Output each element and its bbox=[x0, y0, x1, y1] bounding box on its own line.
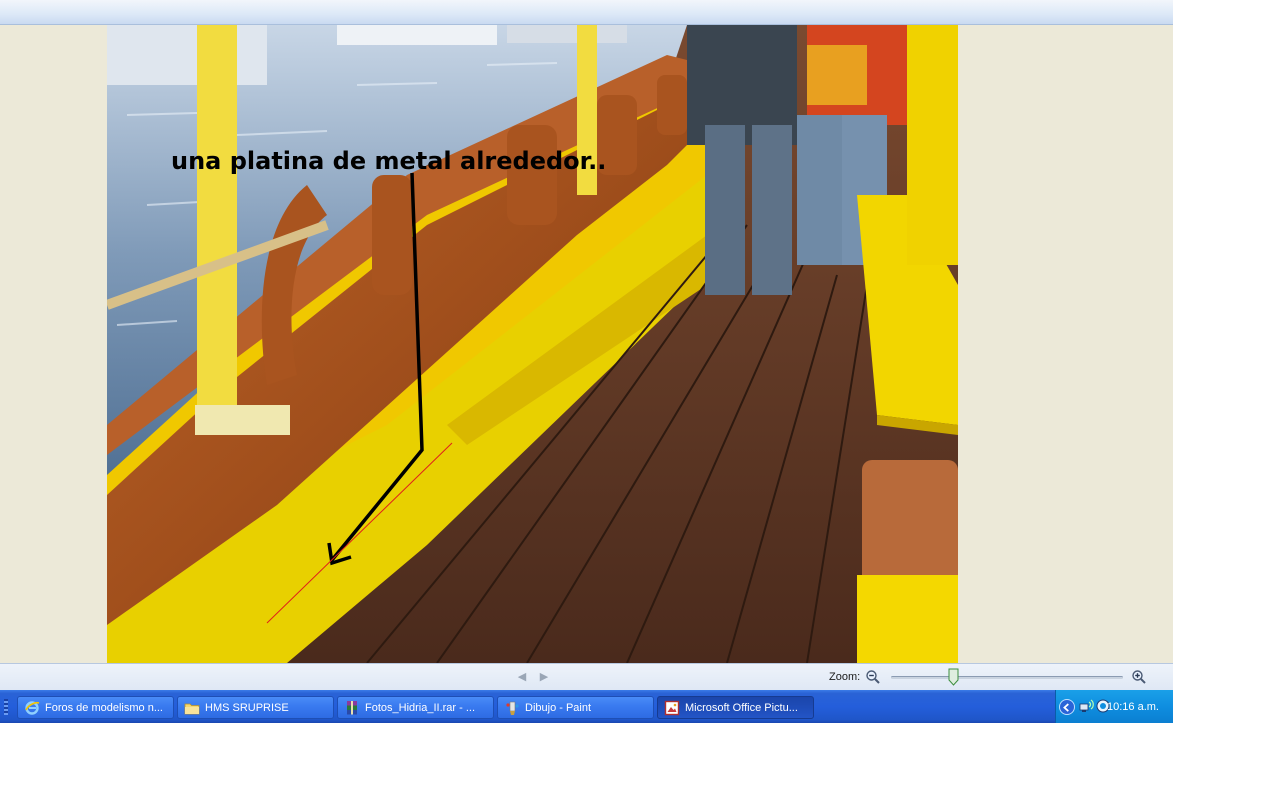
taskbar-item-label: Dibujo - Paint bbox=[525, 701, 592, 714]
chevron-right-icon[interactable]: ▶ bbox=[538, 670, 550, 684]
photo-canvas: una platina de metal alrededor.. bbox=[107, 25, 958, 663]
zoom-in-icon[interactable] bbox=[1131, 669, 1147, 685]
taskbar-item-label: Fotos_Hidria_II.rar - ... bbox=[365, 701, 476, 714]
taskbar-item-label: HMS SRUPRISE bbox=[205, 701, 289, 714]
windows-taskbar: Foros de modelismo n... HMS SRUPRISE Fot… bbox=[0, 690, 1173, 723]
paint-icon bbox=[506, 701, 519, 715]
taskbar-item-label: Foros de modelismo n... bbox=[45, 701, 163, 714]
screen: una platina de metal alrededor.. ◀ ▶ Zoo… bbox=[0, 0, 1173, 723]
chevron-left-icon bbox=[1063, 703, 1069, 712]
system-tray: 10:16 a.m. bbox=[1055, 690, 1173, 723]
taskbar-item-label: Microsoft Office Pictu... bbox=[685, 701, 798, 714]
taskbar-item-ie[interactable]: Foros de modelismo n... bbox=[17, 696, 174, 719]
annotation-text: una platina de metal alrededor.. bbox=[171, 147, 606, 175]
window-top-strip bbox=[0, 0, 1173, 25]
picture-manager-icon bbox=[664, 700, 680, 715]
taskbar-grip[interactable] bbox=[4, 699, 8, 715]
chevron-left-icon[interactable]: ◀ bbox=[516, 670, 528, 684]
zoom-out-icon[interactable] bbox=[865, 669, 881, 685]
taskbar-item-picture-manager[interactable]: Microsoft Office Pictu... bbox=[657, 696, 814, 719]
boat-deck-photo: una platina de metal alrededor.. bbox=[107, 25, 958, 663]
taskbar-item-winrar[interactable]: Fotos_Hidria_II.rar - ... bbox=[337, 696, 494, 719]
zoom-slider[interactable] bbox=[891, 668, 1123, 686]
show-hidden-icons-button[interactable] bbox=[1059, 699, 1075, 715]
internet-explorer-icon bbox=[25, 700, 40, 715]
zoom-label: Zoom: bbox=[829, 671, 861, 683]
taskbar-item-paint[interactable]: Dibujo - Paint bbox=[497, 696, 654, 719]
network-icon[interactable] bbox=[1078, 698, 1096, 714]
picture-viewer-area: una platina de metal alrededor.. bbox=[0, 25, 1173, 663]
winrar-icon bbox=[347, 700, 357, 714]
folder-icon bbox=[184, 703, 200, 714]
taskbar-item-folder[interactable]: HMS SRUPRISE bbox=[177, 696, 334, 719]
zoom-slider-thumb[interactable] bbox=[948, 668, 959, 686]
viewer-navigation-bar: ◀ ▶ Zoom: bbox=[0, 663, 1173, 690]
clock[interactable]: 10:16 a.m. bbox=[1107, 701, 1159, 713]
